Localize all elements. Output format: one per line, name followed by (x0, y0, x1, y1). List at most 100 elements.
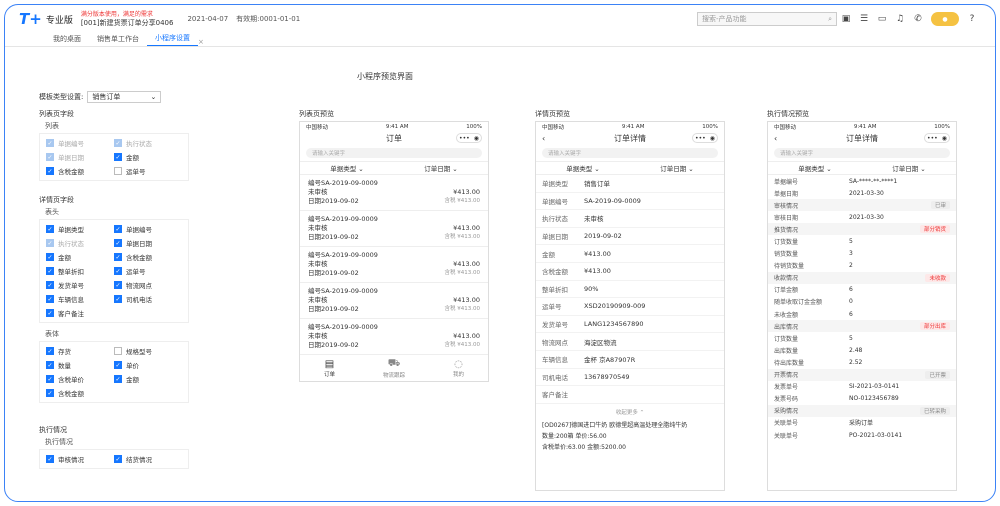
checkbox-field[interactable]: ✓ 单据类型 (46, 224, 114, 234)
menu-capsule[interactable]: ••• ◉ (924, 133, 950, 143)
checkbox-field[interactable]: ✓ 司机电话 (114, 294, 182, 304)
checkbox-field[interactable]: ✓ 金额 (46, 252, 114, 262)
checkbox-field[interactable]: ✓ 客户备注 (46, 308, 114, 318)
menu-capsule[interactable]: ••• ◉ (692, 133, 718, 143)
check-icon: ✓ (114, 295, 122, 303)
exec-key: 待销货数量 (774, 263, 805, 271)
search-input[interactable]: 搜索-产品功能 ⌕ (697, 12, 837, 26)
checkbox-field[interactable]: ✓ 单据日期 (114, 238, 182, 248)
list-item[interactable]: 编号SA-2019-09-0009 未审核 ¥413.00 日期2019-09-02 含… (300, 175, 488, 211)
notice[interactable]: 满分版本使用，满足的需求 [001]新建货票订单分享0406 (81, 11, 174, 27)
status-badge: 部分出库 (919, 322, 950, 331)
filter-date[interactable]: 订单日期 ⌄ (394, 163, 488, 173)
checkbox-field[interactable]: ✓ 审核情况 (46, 454, 114, 464)
exec-row: 订货数量 5 (768, 332, 956, 344)
exec-row: 订货数量 5 (768, 235, 956, 247)
help-icon[interactable]: ? (963, 14, 981, 24)
phone-search-input[interactable]: 请输入关键字 (542, 148, 718, 158)
exec-row: 单据编号 SA-****-**-****1 (768, 175, 956, 187)
phone-search-input[interactable]: 请输入关键字 (306, 148, 482, 158)
footer-nav-item[interactable]: ▤ 订单 (324, 359, 335, 378)
exec-section: 采购情况 已转采购 (768, 404, 956, 417)
close-icon[interactable]: × (198, 38, 204, 46)
order-tax: 含税 ¥413.00 (444, 234, 481, 240)
checkbox-label: 单据日期 (126, 240, 152, 248)
exec-row: 单据日期 2021-03-30 (768, 187, 956, 199)
order-date: 日期2019-09-02 (308, 341, 359, 349)
order-date: 日期2019-09-02 (308, 305, 359, 313)
checkbox-field[interactable]: 运单号 (114, 166, 182, 176)
footer-nav-item[interactable]: ◌ 我的 (453, 359, 464, 378)
order-amount: ¥413.00 (453, 296, 480, 304)
exec-key: 出库数量 (774, 347, 799, 355)
target-icon: ◉ (709, 134, 715, 142)
checkbox-field[interactable]: ✓ 物流网点 (114, 280, 182, 290)
order-row: 日期2019-09-02 含税 ¥413.00 (308, 305, 480, 314)
checkbox-field[interactable]: 规格型号 (114, 346, 182, 356)
exec-value: 2021-03-30 (849, 189, 884, 197)
footer-nav-item[interactable]: ⛟ 物流跟踪 (383, 358, 405, 379)
checkbox-field[interactable]: ✓ 存货 (46, 346, 114, 356)
order-no: 编号SA-2019-09-0009 (308, 251, 378, 259)
screen-icon[interactable]: ▭ (873, 14, 891, 24)
exec-section: 推货情况 部分销货 (768, 223, 956, 236)
checkbox-field[interactable]: ✓ 整单折扣 (46, 266, 114, 276)
detail-row: 含税金额 ¥413.00 (536, 263, 724, 281)
checkbox-label: 单据编号 (126, 226, 152, 234)
checkbox-field[interactable]: ✓ 单据编号 (114, 224, 182, 234)
checkbox-field[interactable]: ✓ 含税单价 (46, 374, 114, 384)
filter-type[interactable]: 单据类型 ⌄ (768, 163, 862, 173)
exec-row: 发票号码 NO-0123456789 (768, 393, 956, 405)
filter-date[interactable]: 订单日期 ⌄ (630, 163, 724, 173)
check-icon: ✓ (46, 389, 54, 397)
search-icon[interactable]: ⌕ (828, 15, 832, 24)
check-icon (114, 347, 122, 355)
status-badge: 未收款 (925, 273, 950, 282)
tab-2[interactable]: 小程序设置 (147, 33, 198, 46)
phone-search-input[interactable]: 请输入关键字 (774, 148, 950, 158)
save-icon[interactable]: ▣ (837, 14, 855, 24)
avatar[interactable]: ● (931, 12, 959, 26)
filter-date[interactable]: 订单日期 ⌄ (862, 163, 956, 173)
checkbox-field[interactable]: ✓ 单价 (114, 360, 182, 370)
checkbox-field[interactable]: ✓ 含税金额 (46, 166, 114, 176)
settings-icon[interactable]: ☰ (855, 14, 873, 24)
back-icon[interactable]: ‹ (542, 134, 568, 143)
checkbox-field[interactable]: ✓ 车辆信息 (46, 294, 114, 304)
list-item[interactable]: 编号SA-2019-09-0009 未审核 ¥413.00 日期2019-09-02 含… (300, 211, 488, 247)
exec-section-title: 收款情况 (774, 275, 799, 283)
checkbox-label: 客户备注 (58, 310, 84, 318)
back-icon[interactable]: ‹ (774, 134, 800, 143)
exec-preview-label: 执行情况预览 (767, 110, 809, 118)
detail-key: 单据编号 (542, 197, 568, 206)
checkbox-field[interactable]: ✓ 结货情况 (114, 454, 182, 464)
tab-0[interactable]: 我的桌面 (45, 34, 89, 46)
list-item[interactable]: 编号SA-2019-09-0009 未审核 ¥413.00 日期2019-09-02 含… (300, 283, 488, 319)
check-icon: ✓ (114, 225, 122, 233)
list-item[interactable]: 编号SA-2019-09-0009 未审核 ¥413.00 日期2019-09-02 含… (300, 247, 488, 283)
checkbox-field[interactable]: ✓ 金额 (114, 152, 182, 162)
order-no: 编号SA-2019-09-0009 (308, 323, 378, 331)
check-icon: ✓ (114, 267, 122, 275)
exec-value: 6 (849, 286, 853, 294)
checkbox-field: ✓ 执行状态 (46, 238, 114, 248)
bell-icon[interactable]: ♫ (891, 14, 909, 24)
menu-capsule[interactable]: ••• ◉ (456, 133, 482, 143)
filter-type[interactable]: 单据类型 ⌄ (536, 163, 630, 173)
checkbox-label: 单据类型 (58, 226, 84, 234)
status-badge: 已开票 (925, 370, 950, 379)
checkbox-field[interactable]: ✓ 数量 (46, 360, 114, 370)
checkbox-field[interactable]: ✓ 金额 (114, 374, 182, 384)
checkbox-field[interactable]: ✓ 发货单号 (46, 280, 114, 290)
checkbox-field[interactable]: ✓ 含税金额 (114, 252, 182, 262)
filter-type[interactable]: 单据类型 ⌄ (300, 163, 394, 173)
list-item[interactable]: 编号SA-2019-09-0009 未审核 ¥413.00 日期2019-09-02 含… (300, 319, 488, 355)
phone-icon[interactable]: ✆ (909, 14, 927, 24)
collapse-more[interactable]: 收起更多 ⌃ (536, 404, 724, 420)
exec-value: 3 (849, 250, 853, 258)
tab-1[interactable]: 销售单工作台 (89, 34, 147, 46)
template-select[interactable]: 销售订单 ⌄ (87, 91, 162, 103)
validity: 有效期:0001-01-01 (236, 15, 301, 23)
checkbox-field[interactable]: ✓ 含税金额 (46, 388, 114, 398)
checkbox-field[interactable]: ✓ 运单号 (114, 266, 182, 276)
